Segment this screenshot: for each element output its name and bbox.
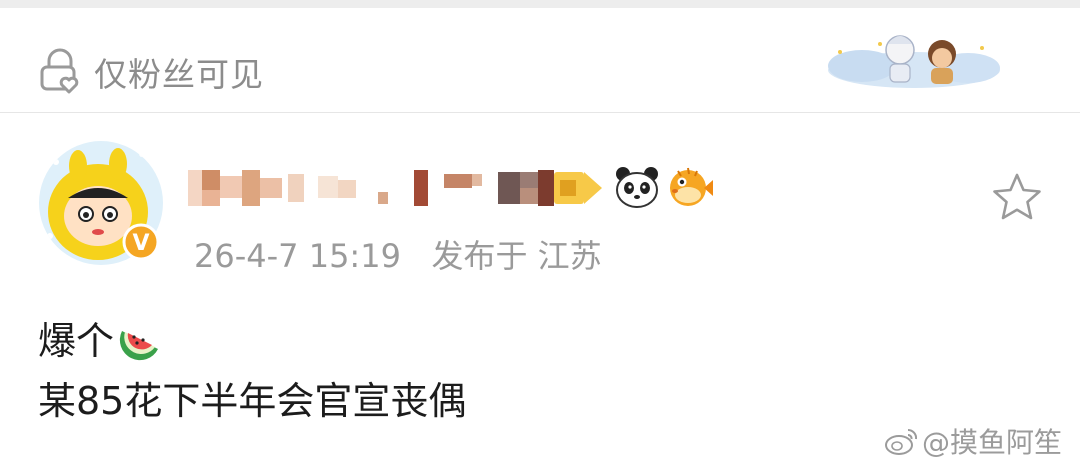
panda-icon: [616, 167, 658, 208]
post-meta: 26-4-7 15:19 发布于 江苏: [194, 237, 602, 275]
visibility-bar: 仅粉丝可见: [0, 8, 1080, 113]
post-body: 爆个 某85花下半年会官宣丧偶: [38, 311, 466, 431]
watermark-text: @摸鱼阿笙: [922, 426, 1063, 459]
favorite-star-icon[interactable]: [990, 171, 1044, 223]
post-line-2: 某85花下半年会官宣丧偶: [38, 371, 466, 431]
user-avatar[interactable]: V: [38, 140, 164, 266]
user-badge-art: [828, 35, 1000, 88]
post-line-1-text: 爆个: [38, 319, 115, 363]
lock-heart-icon: [40, 48, 79, 94]
watermelon-icon: [119, 331, 159, 361]
visibility-label: 仅粉丝可见: [94, 55, 264, 94]
pufferfish-icon: [670, 167, 713, 206]
svg-text:V: V: [132, 231, 149, 256]
post-line-2-text: 某85花下半年会官宣丧偶: [38, 379, 467, 423]
watermark: @摸鱼阿笙: [884, 419, 1062, 463]
top-divider-strip: [0, 0, 1080, 8]
weibo-logo-icon: [885, 428, 918, 455]
post-line-1: 爆个: [38, 311, 466, 371]
post-card: V 26-4-7 15:19 发布于 江苏 爆个 某85花下半年会官宣丧偶 @摸…: [0, 113, 1080, 470]
username-pixelated[interactable]: [188, 170, 606, 206]
